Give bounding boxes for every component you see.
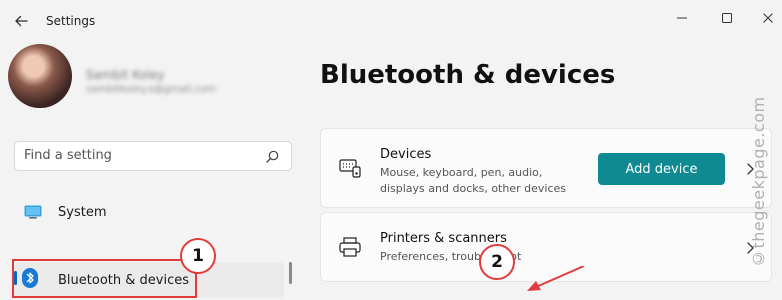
card-title: Devices [380, 147, 432, 162]
minimize-icon [677, 17, 687, 19]
annotation-badge-1: 1 [180, 238, 216, 274]
maximize-icon [722, 13, 732, 23]
back-arrow-icon[interactable] [14, 14, 28, 28]
watermark-text: ©thegeekpage.com [749, 96, 768, 268]
search-input[interactable]: Find a setting [24, 148, 112, 163]
devices-card[interactable]: Devices Mouse, keyboard, pen, audio, dis… [320, 128, 772, 208]
annotation-arrow [527, 266, 585, 291]
minimize-button[interactable] [667, 6, 697, 30]
sidebar-item-system[interactable]: System [14, 195, 284, 231]
app-title: Settings [46, 14, 96, 28]
user-email: sambitkoley.s@gmail.com [86, 84, 216, 95]
close-icon [763, 13, 773, 23]
monitor-icon [24, 205, 42, 219]
close-button[interactable] [753, 6, 782, 30]
card-description-line: Mouse, keyboard, pen, audio, [380, 166, 543, 179]
user-name: Sambit Koley [86, 68, 165, 82]
printer-icon [339, 237, 361, 257]
avatar[interactable] [8, 44, 72, 108]
maximize-button[interactable] [712, 6, 742, 30]
annotation-highlight-box [12, 259, 197, 298]
annotation-badge-2: 2 [479, 244, 515, 280]
add-device-button[interactable]: Add device [598, 153, 725, 185]
card-title: Printers & scanners [380, 231, 507, 246]
search-box[interactable]: Find a setting [14, 141, 292, 171]
page-title: Bluetooth & devices [320, 60, 616, 90]
sidebar-item-label: System [58, 205, 107, 220]
keyboard-devices-icon [339, 159, 361, 178]
search-icon[interactable] [266, 150, 279, 163]
card-description-line: displays and docks, other devices [380, 182, 566, 195]
sidebar-scrollbar[interactable] [289, 262, 292, 284]
